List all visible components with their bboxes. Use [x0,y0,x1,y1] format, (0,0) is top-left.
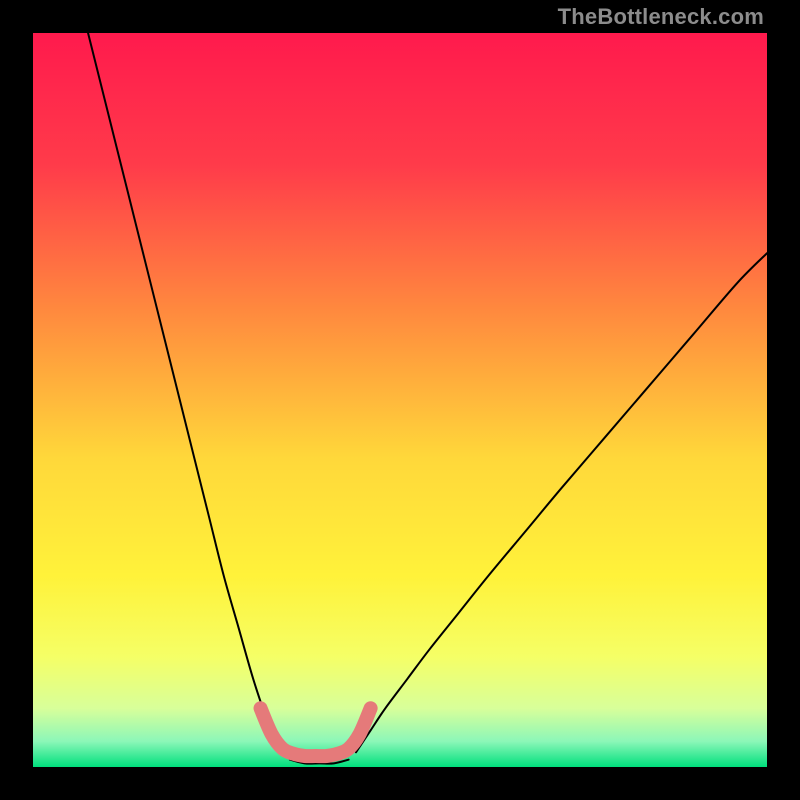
pink-marker-band [261,708,371,756]
plot-area [33,33,767,767]
series-left-curve [88,33,279,752]
watermark-text: TheBottleneck.com [558,4,764,30]
curve-layer [33,33,767,767]
series-right-curve [356,253,767,752]
chart-frame: TheBottleneck.com [0,0,800,800]
